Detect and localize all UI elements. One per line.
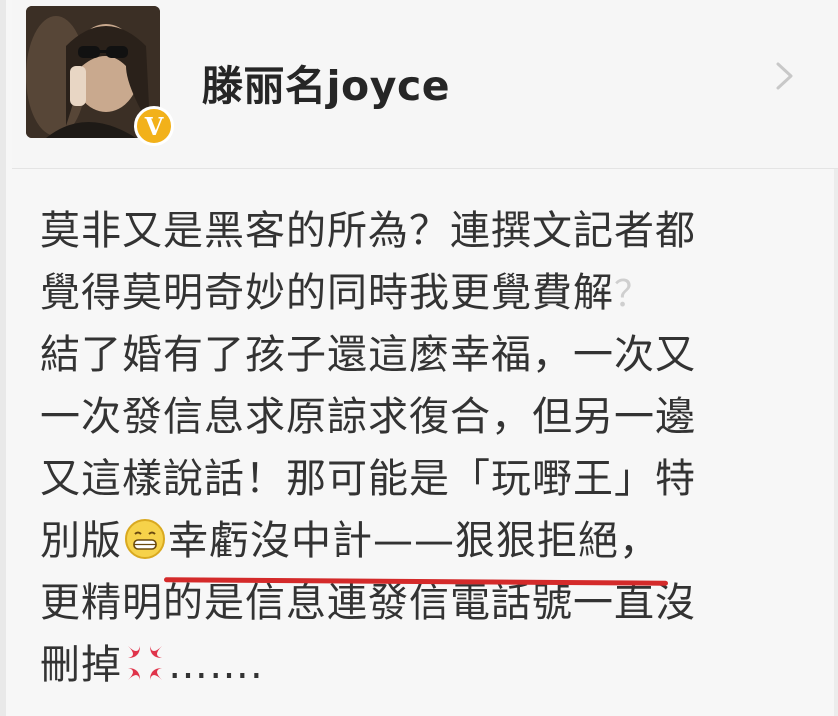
post-text: 莫非又是黑客的所為？連撰文記者都 覺得莫明奇妙的同時我更覺費解？ 結了婚有了孩子… (40, 200, 830, 696)
anger-emoji-icon (128, 646, 162, 680)
question-emoji-icon: ？ (614, 274, 652, 315)
highlighted-text: 幸虧沒中計——狠狠拒絕， (168, 518, 660, 564)
post-line-text: 刪掉 (40, 642, 122, 688)
post-line-text: 別版 (40, 518, 122, 564)
chevron-right-icon[interactable] (774, 60, 796, 92)
grin-emoji-icon (125, 519, 165, 559)
post-line: 又這樣說話！那可能是「玩嘢王」特 (40, 456, 696, 502)
profile-header[interactable]: V 滕丽名joyce (12, 0, 838, 169)
verified-badge-icon: V (134, 106, 174, 146)
post-line-text: 覺得莫明奇妙的同時我更覺費解 (40, 270, 614, 316)
post-line: 覺得莫明奇妙的同時我更覺費解？ (40, 262, 830, 324)
highlighted-phrase: 幸虧沒中計——狠狠拒絕， (163, 510, 669, 586)
post-card: V 滕丽名joyce 莫非又是黑客的所為？連撰文記者都 覺得莫明奇妙的同時我更覺… (0, 0, 838, 716)
post-line: 刪掉 ……. (40, 634, 830, 696)
ellipsis-text: ……. (168, 642, 264, 688)
post-line: 別版 幸虧沒中計——狠狠拒絕， (40, 510, 830, 586)
username[interactable]: 滕丽名joyce (202, 52, 450, 112)
post-line: 莫非又是黑客的所為？連撰文記者都 (40, 208, 696, 254)
post-line: 一次發信息求原諒求復合，但另一邊 (40, 394, 696, 440)
post-line: 結了婚有了孩子還這麼幸福，一次又 (40, 332, 696, 378)
